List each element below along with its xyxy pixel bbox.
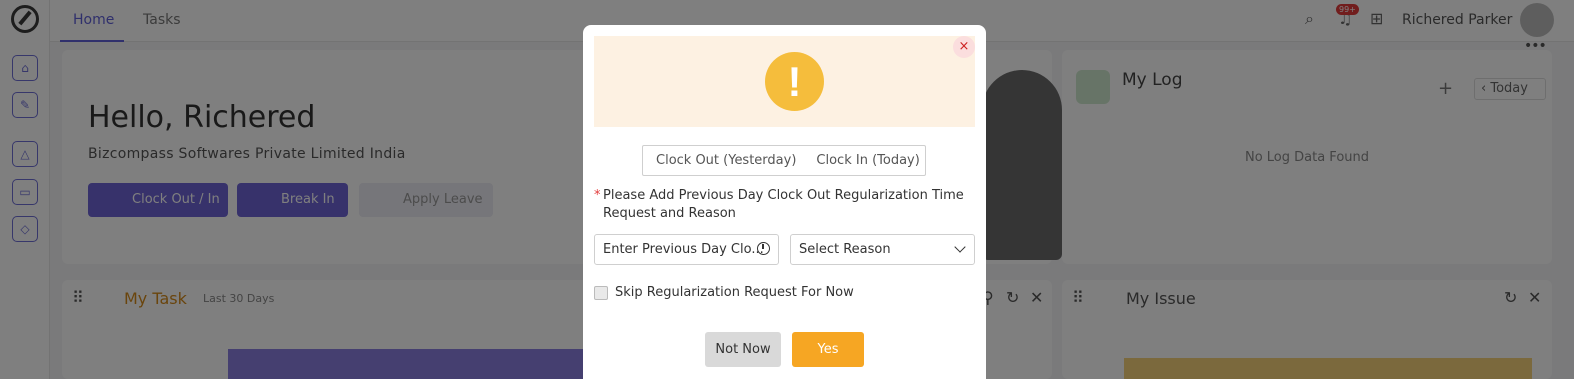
not-now-button[interactable]: Not Now	[705, 332, 781, 367]
regularization-prompt: Please Add Previous Day Clock Out Regula…	[603, 188, 964, 221]
previous-day-time-input[interactable]: Enter Previous Day Clo...	[594, 234, 779, 265]
required-mark: *	[594, 188, 601, 203]
close-icon[interactable]: ×	[953, 36, 975, 58]
clock-icon[interactable]	[757, 242, 770, 255]
reason-select[interactable]: Select Reason	[790, 234, 975, 265]
skip-regularization-checkbox[interactable]	[594, 286, 608, 300]
warning-banner: !	[594, 36, 975, 127]
regularization-modal: ! × Clock Out (Yesterday) Clock In (Toda…	[583, 25, 986, 379]
segment-clock-in-today[interactable]: Clock In (Today)	[816, 153, 919, 168]
reason-select-value: Select Reason	[799, 242, 891, 257]
yes-button[interactable]: Yes	[792, 332, 864, 367]
clock-segment-control: Clock Out (Yesterday) Clock In (Today)	[642, 145, 926, 176]
warning-icon: !	[765, 52, 824, 111]
segment-clock-out-yesterday[interactable]: Clock Out (Yesterday)	[656, 153, 796, 168]
chevron-down-icon	[954, 241, 966, 253]
time-input-placeholder: Enter Previous Day Clo...	[603, 242, 764, 257]
skip-regularization-label[interactable]: Skip Regularization Request For Now	[615, 285, 854, 300]
